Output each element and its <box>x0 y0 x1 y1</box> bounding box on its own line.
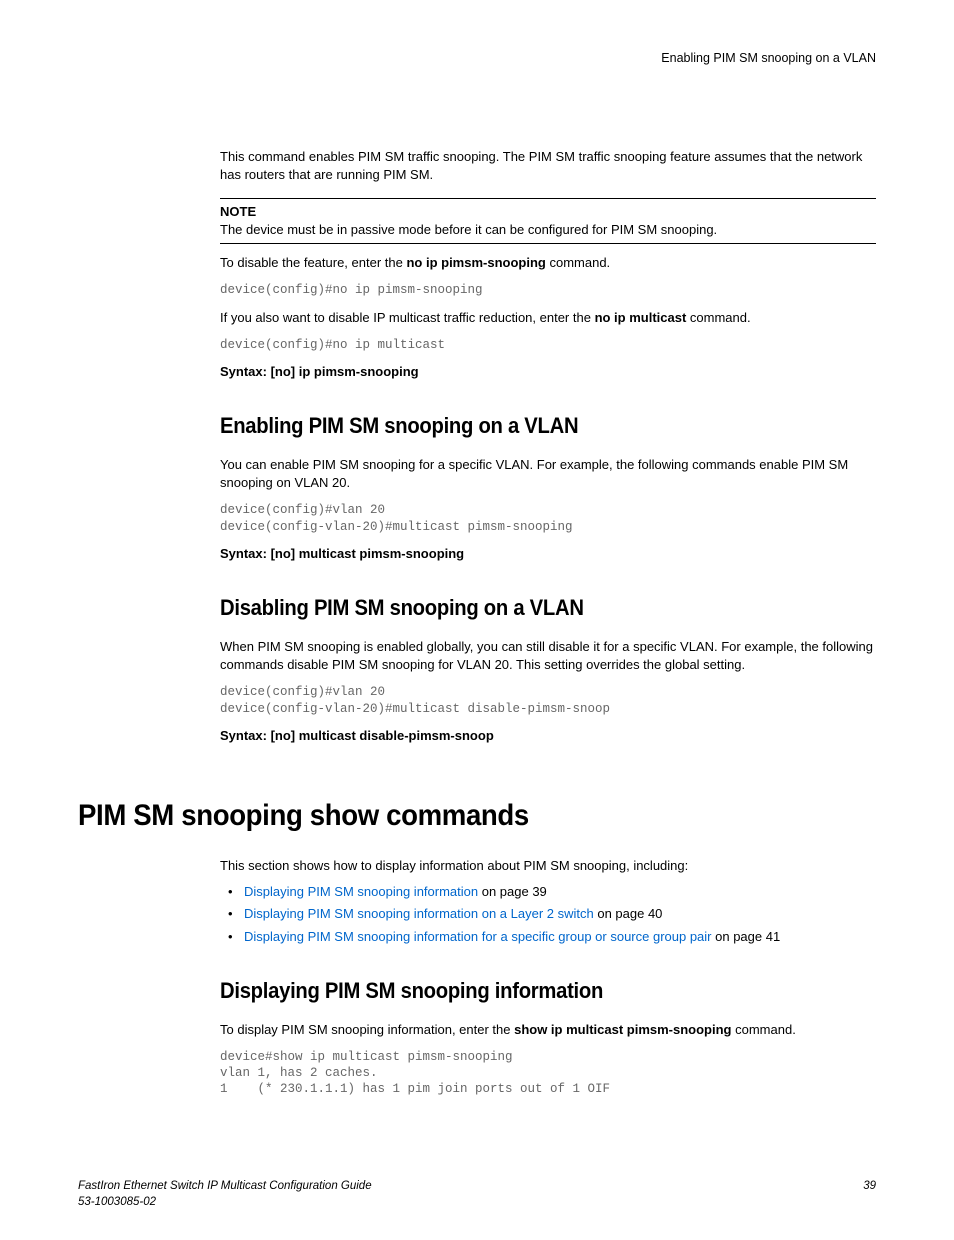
chapter-title: PIM SM snooping show commands <box>78 795 812 837</box>
code-block: device(config)#no ip multicast <box>220 337 876 353</box>
link-suffix: on page 41 <box>712 929 781 944</box>
link-list: Displaying PIM SM snooping information o… <box>220 883 876 946</box>
heading-enable-vlan: Enabling PIM SM snooping on a VLAN <box>220 411 824 442</box>
footer-title: FastIron Ethernet Switch IP Multicast Co… <box>78 1180 372 1192</box>
text-fragment: command. <box>686 310 750 325</box>
syntax-line: Syntax: [no] multicast pimsm-snooping <box>220 545 876 563</box>
code-block: device(config)#no ip pimsm-snooping <box>220 282 876 298</box>
heading-display-info: Displaying PIM SM snooping information <box>220 976 824 1007</box>
link-suffix: on page 39 <box>478 884 547 899</box>
content-chapter: This section shows how to display inform… <box>220 857 876 1097</box>
command-bold: no ip multicast <box>595 310 687 325</box>
text-fragment: command. <box>732 1022 796 1037</box>
text-fragment: If you also want to disable IP multicast… <box>220 310 595 325</box>
intro-paragraph: This command enables PIM SM traffic snoo… <box>220 148 876 184</box>
syntax-line: Syntax: [no] multicast disable-pimsm-sno… <box>220 727 876 745</box>
code-block: device(config)#vlan 20 device(config-vla… <box>220 502 876 535</box>
running-header: Enabling PIM SM snooping on a VLAN <box>78 50 876 68</box>
footer-docid: 53-1003085-02 <box>78 1196 156 1208</box>
text-fragment: To disable the feature, enter the <box>220 255 406 270</box>
page-link[interactable]: Displaying PIM SM snooping information f… <box>244 929 712 944</box>
page-footer: FastIron Ethernet Switch IP Multicast Co… <box>78 1178 876 1210</box>
disable-text: To disable the feature, enter the no ip … <box>220 254 876 272</box>
page-link[interactable]: Displaying PIM SM snooping information <box>244 884 478 899</box>
note-block: NOTE The device must be in passive mode … <box>220 198 876 244</box>
sec2-text: When PIM SM snooping is enabled globally… <box>220 638 876 674</box>
list-item: Displaying PIM SM snooping information o… <box>220 883 876 901</box>
note-text: The device must be in passive mode befor… <box>220 221 876 239</box>
link-suffix: on page 40 <box>594 906 663 921</box>
syntax-line: Syntax: [no] ip pimsm-snooping <box>220 363 876 381</box>
page-number: 39 <box>863 1178 876 1210</box>
chapter-intro: This section shows how to display inform… <box>220 857 876 875</box>
footer-left: FastIron Ethernet Switch IP Multicast Co… <box>78 1178 372 1210</box>
content-main: This command enables PIM SM traffic snoo… <box>220 148 876 746</box>
chapter-block: PIM SM snooping show commands <box>78 795 876 837</box>
heading-disable-vlan: Disabling PIM SM snooping on a VLAN <box>220 593 824 624</box>
text-fragment: To display PIM SM snooping information, … <box>220 1022 514 1037</box>
note-label: NOTE <box>220 203 876 221</box>
page-link[interactable]: Displaying PIM SM snooping information o… <box>244 906 594 921</box>
command-bold: no ip pimsm-snooping <box>406 255 545 270</box>
disable-multicast-text: If you also want to disable IP multicast… <box>220 309 876 327</box>
sec1-text: You can enable PIM SM snooping for a spe… <box>220 456 876 492</box>
list-item: Displaying PIM SM snooping information o… <box>220 905 876 923</box>
list-item: Displaying PIM SM snooping information f… <box>220 928 876 946</box>
text-fragment: command. <box>546 255 610 270</box>
sec3-text: To display PIM SM snooping information, … <box>220 1021 876 1039</box>
command-bold: show ip multicast pimsm-snooping <box>514 1022 731 1037</box>
code-block: device(config)#vlan 20 device(config-vla… <box>220 684 876 717</box>
code-block: device#show ip multicast pimsm-snooping … <box>220 1049 876 1098</box>
